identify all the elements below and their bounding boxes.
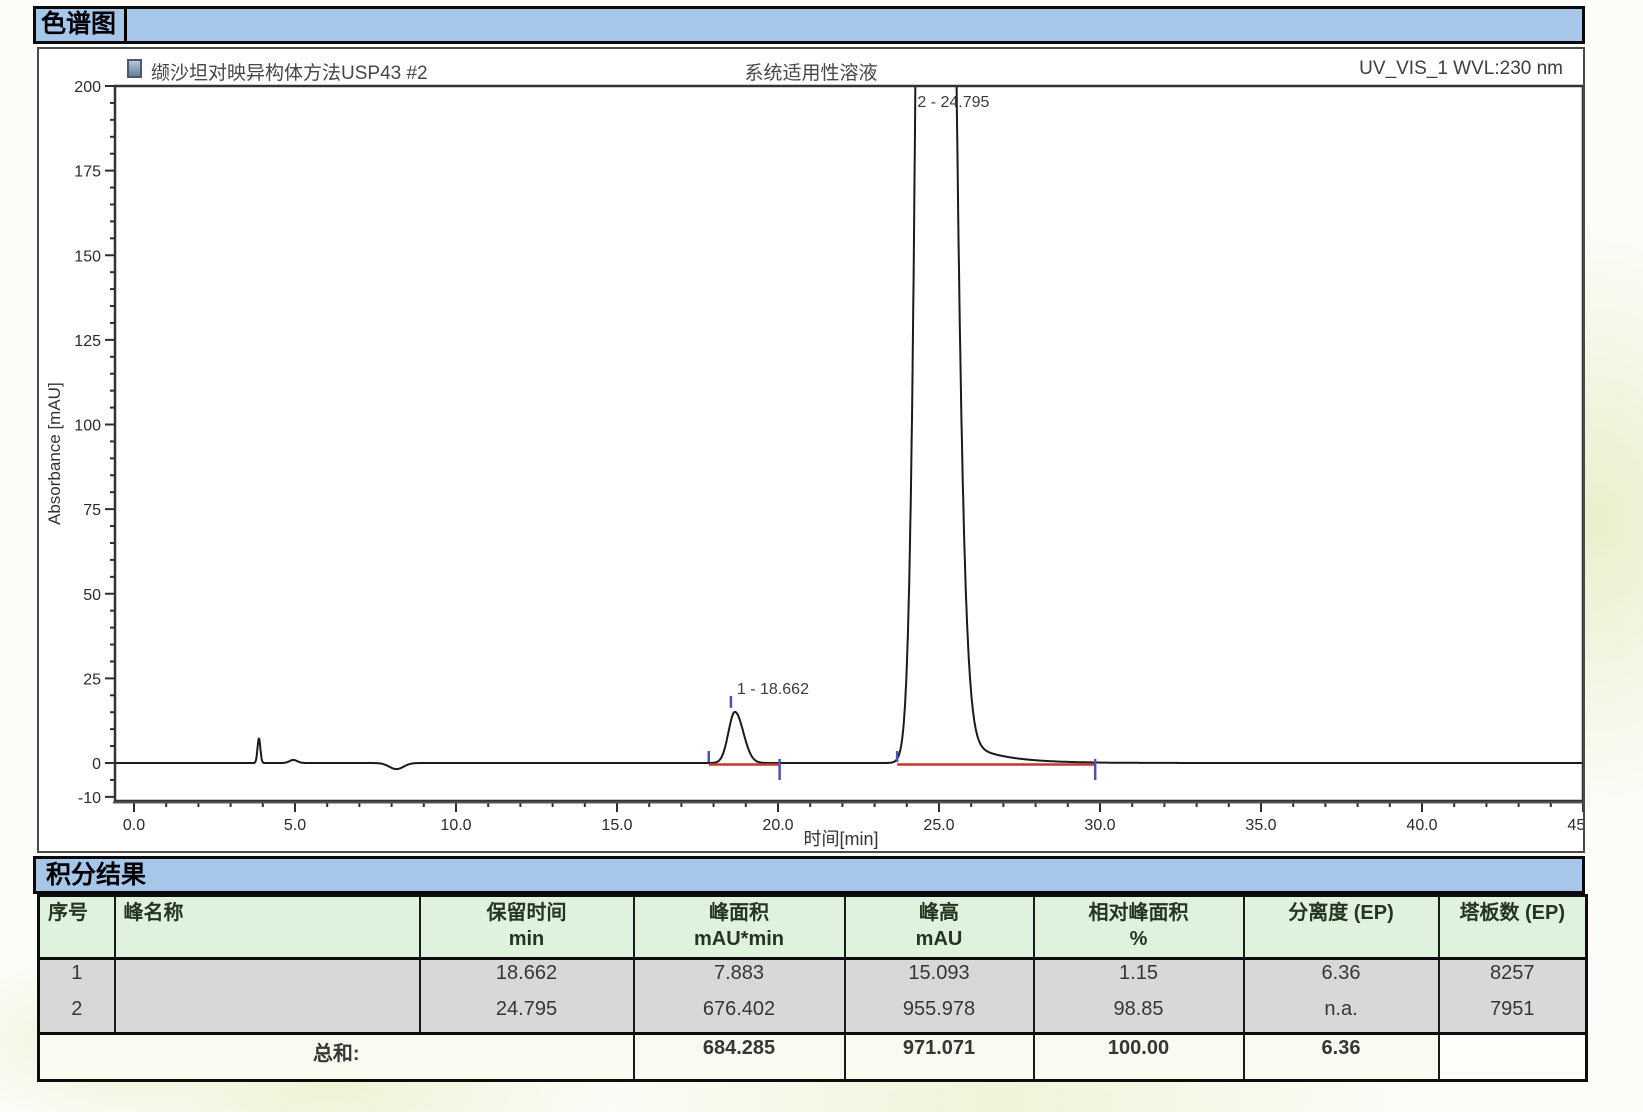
integration-results-table: 序号峰名称保留时间min峰面积mAU*min峰高mAU相对峰面积%分离度 (EP… (37, 894, 1588, 1082)
axis-ticks (105, 86, 1583, 812)
sum-rel_area: 100.00 (1034, 1034, 1244, 1081)
method-name: 缬沙坦对映异构体方法USP43 #2 (151, 58, 428, 85)
cell-area: 7.883 (634, 959, 845, 997)
cell-rel_area: 98.85 (1034, 996, 1244, 1034)
y-axis-title: Absorbance [mAU] (45, 344, 65, 564)
chromatogram-section-title: 色谱图 (36, 9, 127, 41)
table-row: 2 24.795676.402955.97898.85n.a.7951 (39, 996, 1587, 1034)
y-tick-label: 0 (92, 756, 101, 773)
cell-plates: 8257 (1439, 959, 1587, 997)
cell-resolution: 6.36 (1244, 959, 1439, 997)
column-header: 相对峰面积% (1034, 896, 1244, 959)
column-header-label: 序号 (44, 900, 110, 927)
axis-tick-labels: 0.05.010.015.020.025.030.035.040.045.0-1… (74, 79, 1583, 834)
y-tick-label: 150 (74, 248, 101, 265)
cell-resolution: n.a. (1244, 996, 1439, 1034)
y-tick-label: -10 (78, 790, 101, 807)
column-header-unit (120, 927, 415, 949)
column-header-label: 峰高 (850, 900, 1029, 927)
cell-height: 955.978 (845, 996, 1034, 1034)
column-header-unit: min (425, 927, 629, 951)
column-header: 峰高mAU (845, 896, 1034, 959)
column-header-unit: % (1039, 927, 1239, 951)
column-header-label: 保留时间 (425, 900, 629, 927)
x-axis-title: 时间[min] (99, 825, 1583, 851)
chromatogram-header: 缬沙坦对映异构体方法USP43 #2 系统适用性溶液 UV_VIS_1 WVL:… (39, 58, 1583, 82)
peak-label: 1 - 18.662 (737, 681, 809, 698)
cell-rt: 24.795 (420, 996, 634, 1034)
sample-name: 系统适用性溶液 (744, 58, 877, 85)
column-header-label: 相对峰面积 (1039, 900, 1239, 927)
column-header-label: 分离度 (EP) (1249, 900, 1434, 927)
sum-height: 971.071 (845, 1034, 1034, 1081)
peak-label: 2 - 24.795 (917, 94, 989, 111)
chromatogram-trace (115, 49, 1583, 769)
cell-plates: 7951 (1439, 996, 1587, 1034)
column-header-unit (1249, 927, 1434, 949)
column-header: 塔板数 (EP) (1439, 896, 1587, 959)
sum-label: 总和: (39, 1034, 634, 1081)
y-tick-label: 50 (83, 587, 101, 604)
cell-name (115, 959, 420, 997)
column-header-unit (1444, 927, 1582, 949)
cell-height: 15.093 (845, 959, 1034, 997)
sum-row: 总和:684.285971.071100.006.36 (39, 1034, 1587, 1081)
column-header-unit: mAU (850, 927, 1029, 951)
cell-name (115, 996, 420, 1034)
column-header: 分离度 (EP) (1244, 896, 1439, 959)
plot-frame (115, 86, 1583, 801)
y-tick-label: 100 (74, 418, 101, 435)
y-tick-label: 175 (74, 164, 101, 181)
column-header: 保留时间min (420, 896, 634, 959)
column-header: 峰名称 (115, 896, 420, 959)
y-tick-label: 125 (74, 333, 101, 350)
cell-no: 2 (39, 996, 115, 1034)
cell-rel_area: 1.15 (1034, 959, 1244, 997)
y-tick-label: 25 (83, 671, 101, 688)
column-header: 序号 (39, 896, 115, 959)
chromatogram-plot: 0.05.010.015.020.025.030.035.040.045.0-1… (39, 49, 1583, 851)
cell-no: 1 (39, 959, 115, 997)
cell-area: 676.402 (634, 996, 845, 1034)
detector-channel: UV_VIS_1 WVL:230 nm (1359, 58, 1563, 80)
results-header-row: 序号峰名称保留时间min峰面积mAU*min峰高mAU相对峰面积%分离度 (EP… (39, 896, 1587, 959)
sum-resolution: 6.36 (1244, 1034, 1439, 1081)
column-header-unit (44, 927, 110, 949)
peak-labels: 1 - 18.662 2 - 24.795 (731, 94, 990, 708)
column-header-label: 峰名称 (120, 900, 415, 927)
section-header-chromatogram: 色谱图 (33, 6, 1585, 44)
results-section-title: 积分结果 (36, 859, 146, 891)
column-header-label: 峰面积 (639, 900, 840, 927)
sum-area: 684.285 (634, 1034, 845, 1081)
cell-rt: 18.662 (420, 959, 634, 997)
table-row: 1 18.6627.88315.0931.156.368257 (39, 959, 1587, 997)
channel-icon (127, 59, 142, 78)
column-header-label: 塔板数 (EP) (1444, 900, 1582, 927)
chromatogram-panel: 0.05.010.015.020.025.030.035.040.045.0-1… (37, 47, 1585, 853)
section-header-results: 积分结果 (33, 856, 1585, 894)
y-tick-label: 75 (83, 502, 101, 519)
sum-plates (1439, 1034, 1587, 1081)
column-header: 峰面积mAU*min (634, 896, 845, 959)
column-header-unit: mAU*min (639, 927, 840, 951)
